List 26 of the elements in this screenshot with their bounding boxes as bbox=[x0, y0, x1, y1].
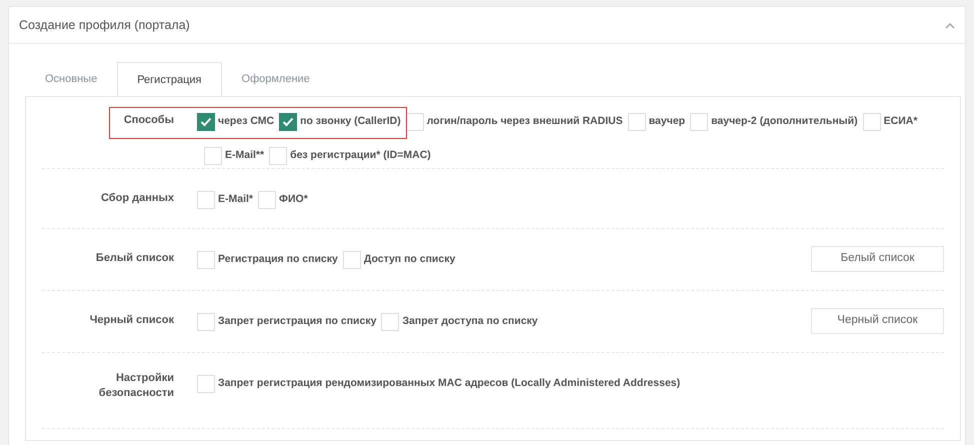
section-label: Черный список bbox=[90, 314, 174, 326]
section-label: Настройки безопасности bbox=[98, 370, 174, 401]
checkbox-label: Запрет доступа по списку bbox=[402, 314, 538, 329]
checkbox-label: ФИО* bbox=[279, 192, 308, 207]
checkbox-label: Доступ по списку bbox=[364, 252, 456, 267]
tab[interactable]: Регистрация bbox=[117, 62, 222, 96]
list-button[interactable]: Черный список bbox=[811, 308, 944, 334]
list-button[interactable]: Белый список bbox=[811, 246, 944, 272]
checkbox-label: Запрет регистрация по списку bbox=[218, 314, 376, 329]
checkbox-label: ваучер-2 (дополнительный) bbox=[711, 114, 858, 129]
checkbox-label: E-Mail** bbox=[225, 148, 264, 163]
checkbox-label: через СМС bbox=[218, 114, 274, 129]
tab[interactable]: Оформление bbox=[222, 62, 330, 96]
tab[interactable]: Основные bbox=[25, 62, 118, 96]
section-label: Способы bbox=[124, 114, 174, 126]
checkbox-label: по звонку (CallerID) bbox=[300, 114, 401, 129]
checkbox-label: Запрет регистрация рендомизированных MAC адресов (Locally Administered Addresses) bbox=[218, 376, 680, 391]
panel-title: Создание профиля (портала) bbox=[19, 16, 190, 34]
checkbox-label: Регистрация по списку bbox=[218, 252, 338, 267]
section-label: Белый список bbox=[96, 252, 174, 264]
checkbox-label: E-Mail* bbox=[218, 192, 254, 207]
section-label: Сбор данных bbox=[101, 192, 174, 204]
checkbox-label: логин/пароль через внешний RADIUS bbox=[426, 114, 623, 129]
checkbox-label: ЕСИА* bbox=[884, 114, 918, 129]
checkbox-label: без регистрации* (ID=MAC) bbox=[290, 148, 431, 163]
checkbox-label: ваучер bbox=[648, 114, 686, 129]
